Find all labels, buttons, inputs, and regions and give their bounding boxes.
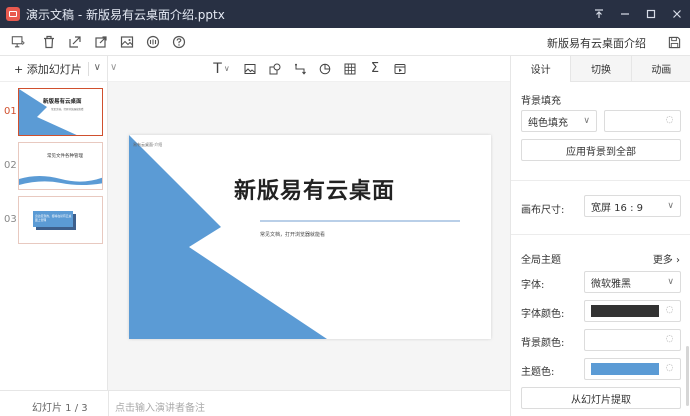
slide-counter: 幻灯片 1 / 3 (32, 403, 88, 414)
formula-icon[interactable]: Σ (363, 56, 388, 82)
panel-scrollbar[interactable] (686, 346, 689, 406)
extract-from-slide-button[interactable]: 从幻灯片提取 (521, 387, 681, 409)
window-title: 演示文稿 - 新版易有云桌面介绍.pptx (26, 7, 225, 22)
table-icon[interactable] (338, 56, 363, 82)
thumbnail-title: 身边见到的，都将在易有云桌面上管理 (35, 214, 72, 222)
font-label: 字体: (521, 280, 545, 291)
tab-design[interactable]: 设计 (511, 56, 571, 82)
chevron-right-icon: › (676, 255, 680, 266)
background-fill-label: 背景填充 (521, 96, 561, 107)
global-theme-label: 全局主题 (521, 255, 561, 266)
chevron-down-icon: ∨ (667, 277, 674, 287)
main-toolbar: 新版易有云桌面介绍 (0, 28, 690, 56)
canvas-size-select[interactable]: 宽屏 16 : 9 ∨ (584, 195, 681, 217)
slide-thumbnail-3[interactable]: 03 身边见到的，都将在易有云桌面上管理 (0, 196, 108, 246)
close-icon[interactable] (664, 0, 690, 28)
font-color-swatch (591, 305, 659, 317)
slide-thumbnail-preview[interactable]: 身边见到的，都将在易有云桌面上管理 (18, 196, 103, 244)
slide-thumbnail-preview[interactable]: 常见文件各种管理 (18, 142, 103, 190)
background-fill-color-picker[interactable]: ◌ (604, 110, 681, 132)
title-bar: 演示文稿 - 新版易有云桌面介绍.pptx (0, 0, 690, 28)
more-label: 更多 (652, 255, 673, 266)
panel-tabs: 设计 切换 动画 (511, 56, 690, 82)
slide-divider-line (260, 220, 460, 222)
image-icon[interactable] (114, 28, 140, 56)
share-icon[interactable] (88, 28, 114, 56)
status-bar: 幻灯片 1 / 3 点击输入演讲者备注 (0, 390, 510, 416)
current-slide[interactable]: 易有云桌面·介绍 新版易有云桌面 常见文档，打开浏览器就能看 (129, 135, 491, 339)
text-icon[interactable]: T ∨ (206, 56, 238, 82)
theme-color-swatch (591, 363, 659, 375)
background-color-swatch (591, 334, 659, 346)
media-icon[interactable] (388, 56, 413, 82)
theme-color-label: 主题色: (521, 367, 555, 378)
save-icon[interactable] (664, 33, 684, 51)
export-icon[interactable] (62, 28, 88, 56)
divider (511, 180, 690, 181)
font-select[interactable]: 微软雅黑 ∨ (584, 271, 681, 293)
slide-title[interactable]: 新版易有云桌面 (234, 173, 395, 205)
palette-icon: ◌ (665, 115, 674, 125)
speaker-notes-input[interactable]: 点击输入演讲者备注 (115, 399, 205, 414)
font-color-picker[interactable]: ◌ (584, 300, 681, 322)
properties-panel: 设计 切换 动画 背景填充 纯色填充 ∨ ◌ 应用背景到全部 画布尺寸: 宽屏 … (510, 56, 690, 416)
divider (88, 62, 89, 76)
font-value: 微软雅黑 (591, 278, 631, 290)
divider (108, 391, 109, 416)
minimize-icon[interactable] (612, 0, 638, 28)
thumbnail-title: 新版易有云桌面 (43, 99, 82, 105)
apply-background-all-button[interactable]: 应用背景到全部 (521, 139, 681, 161)
divider (511, 234, 690, 235)
palette-icon: ◌ (665, 334, 674, 344)
shape-icon[interactable] (263, 56, 288, 82)
window-controls (586, 0, 690, 28)
chart-icon[interactable] (313, 56, 338, 82)
insert-toolbar: T ∨ Σ (108, 56, 510, 82)
slide-thumbnail-preview[interactable]: 新版易有云桌面 常见文档，打开浏览器就能看 (18, 88, 103, 136)
palette-icon: ◌ (665, 305, 674, 315)
document-name[interactable]: 新版易有云桌面介绍 (547, 35, 646, 51)
canvas-size-label: 画布尺寸: (521, 205, 565, 216)
image-icon[interactable] (238, 56, 263, 82)
font-color-label: 字体颜色: (521, 309, 565, 320)
thumbnail-subtitle: 常见文档，打开浏览器就能看 (51, 108, 84, 111)
chevron-down-icon[interactable]: ∨ (94, 62, 101, 73)
slides-panel: 01 新版易有云桌面 常见文档，打开浏览器就能看 02 常见文件各种管理 03 … (0, 82, 108, 390)
trash-icon[interactable] (36, 28, 62, 56)
slide-small-caption[interactable]: 易有云桌面·介绍 (133, 142, 162, 148)
fill-type-select[interactable]: 纯色填充 ∨ (521, 110, 597, 132)
tab-animation[interactable]: 动画 (630, 56, 690, 81)
more-themes-link[interactable]: 更多 › (653, 251, 680, 266)
chevron-down-icon: ∨ (667, 201, 674, 211)
fill-type-value: 纯色填充 (528, 117, 568, 129)
slide-thumbnail-1[interactable]: 01 新版易有云桌面 常见文档，打开浏览器就能看 (0, 88, 108, 138)
thumbnail-wave (19, 176, 102, 185)
connector-icon[interactable] (288, 56, 313, 82)
help-icon[interactable] (166, 28, 192, 56)
present-icon[interactable] (0, 28, 36, 56)
add-slide-button[interactable]: + 添加幻灯片 (14, 61, 82, 77)
chevron-down-icon: ∨ (583, 116, 590, 126)
slide-number: 03 (4, 214, 17, 225)
theme-color-picker[interactable]: ◌ (584, 358, 681, 380)
slide-number: 01 (4, 106, 17, 117)
app-logo-icon (6, 7, 20, 21)
slide-subtitle[interactable]: 常见文档，打开浏览器就能看 (260, 231, 325, 238)
theme-icon[interactable] (140, 28, 166, 56)
background-color-picker[interactable]: ◌ (584, 329, 681, 351)
slide-number: 02 (4, 160, 17, 171)
palette-icon: ◌ (665, 363, 674, 373)
slide-thumbnail-2[interactable]: 02 常见文件各种管理 (0, 142, 108, 192)
add-slide-bar: + 添加幻灯片 ∨ (0, 56, 108, 82)
canvas-size-value: 宽屏 16 : 9 (591, 202, 643, 214)
maximize-icon[interactable] (638, 0, 664, 28)
tab-transition[interactable]: 切换 (570, 56, 631, 81)
slide-canvas-area: 易有云桌面·介绍 新版易有云桌面 常见文档，打开浏览器就能看 (108, 82, 510, 390)
pin-icon[interactable] (586, 0, 612, 28)
background-color-label: 背景颜色: (521, 338, 565, 349)
